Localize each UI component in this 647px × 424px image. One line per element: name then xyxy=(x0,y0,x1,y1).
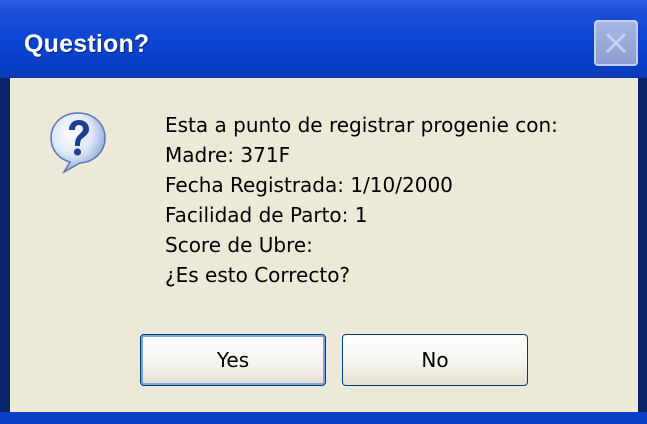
window-title: Question? xyxy=(24,30,150,58)
title-bar[interactable]: Question? xyxy=(0,0,647,78)
close-icon xyxy=(605,32,627,54)
dialog-window: Question? Esta a punto de registrar prog… xyxy=(0,0,647,424)
yes-button[interactable]: Yes xyxy=(140,334,326,386)
message-line: ¿Es esto Correcto? xyxy=(165,263,351,287)
message-line: Facilidad de Parto: 1 xyxy=(165,203,368,227)
message-line: Esta a punto de registrar progenie con: xyxy=(165,113,558,137)
message-line: Score de Ubre: xyxy=(165,233,313,257)
message-text: Esta a punto de registrar progenie con: … xyxy=(165,110,558,290)
window-bottom-border xyxy=(0,412,647,424)
question-icon xyxy=(50,112,106,174)
message-line: Madre: 371F xyxy=(165,143,291,167)
close-button[interactable] xyxy=(594,20,638,66)
message-line: Fecha Registrada: 1/10/2000 xyxy=(165,173,453,197)
no-button[interactable]: No xyxy=(342,334,528,386)
dialog-body: Esta a punto de registrar progenie con: … xyxy=(10,78,638,412)
